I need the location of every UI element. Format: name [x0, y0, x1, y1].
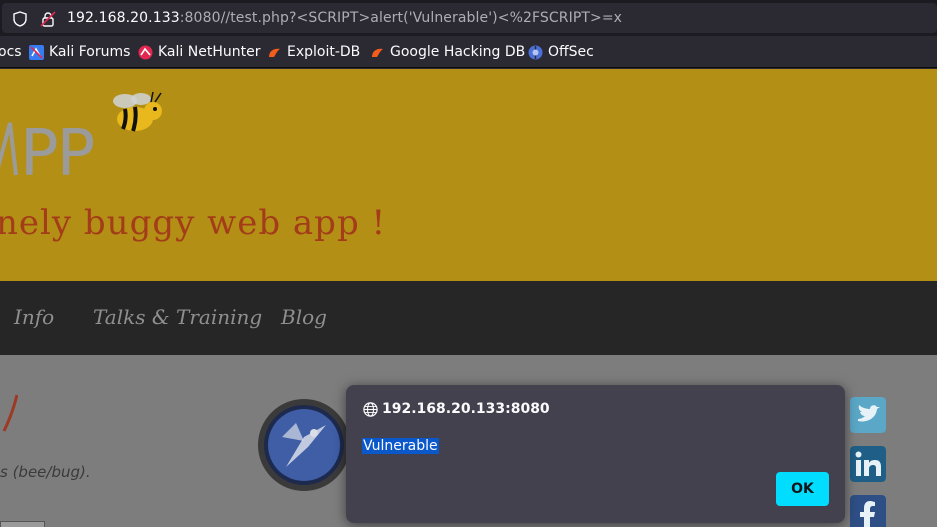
- bee-icon: [113, 91, 162, 132]
- twitter-icon[interactable]: [850, 397, 886, 433]
- site-nav: Info Talks & Training Blog: [0, 281, 937, 355]
- nav-info[interactable]: Info: [14, 305, 54, 329]
- site-tagline: nely buggy web app !: [0, 203, 387, 243]
- exploit-db-icon: [269, 48, 280, 57]
- site-logo-text: PP: [20, 117, 95, 191]
- content-box-fragment: [0, 521, 45, 527]
- url-host: 192.168.20.133: [67, 10, 180, 26]
- linkedin-icon[interactable]: [850, 446, 886, 482]
- bookmark-offsec[interactable]: OffSec: [548, 44, 594, 60]
- bookmark-kali-forums[interactable]: Kali Forums: [49, 44, 130, 60]
- bookmark-docs[interactable]: ocs: [0, 44, 22, 60]
- bee-bug-text: s (bee/bug).: [0, 463, 91, 481]
- url-bar: 192.168.20.133:8080//test.php?<SCRIPT>al…: [0, 0, 937, 36]
- kali-nethunter-icon: [138, 45, 153, 60]
- owasp-logo-icon[interactable]: [256, 397, 352, 493]
- kali-forums-icon: [29, 45, 44, 60]
- facebook-icon[interactable]: [850, 495, 886, 527]
- dialog-message[interactable]: Vulnerable: [362, 438, 439, 454]
- offsec-icon: [528, 45, 543, 60]
- url-text[interactable]: 192.168.20.133:8080//test.php?<SCRIPT>al…: [67, 10, 622, 26]
- bookmark-exploit-db[interactable]: Exploit-DB: [287, 44, 360, 60]
- nav-blog[interactable]: Blog: [281, 305, 327, 329]
- alert-dialog: 192.168.20.133:8080 Vulnerable OK: [346, 385, 845, 523]
- google-hacking-db-icon: [372, 48, 383, 57]
- url-path: :8080//test.php?<SCRIPT>alert('Vulnerabl…: [179, 10, 623, 26]
- dialog-origin: 192.168.20.133:8080: [382, 401, 550, 417]
- logo-letter-fragment: [0, 122, 18, 176]
- site-header: PP nely buggy web app !: [0, 69, 937, 281]
- globe-icon: [363, 402, 378, 417]
- address-field[interactable]: 192.168.20.133:8080//test.php?<SCRIPT>al…: [2, 3, 937, 33]
- insecure-lock-icon[interactable]: [40, 11, 56, 27]
- bookmark-kali-nethunter[interactable]: Kali NetHunter: [158, 44, 260, 60]
- nav-talks-training[interactable]: Talks & Training: [93, 305, 262, 329]
- red-check-mark-fragment: [2, 394, 18, 432]
- bookmark-google-hacking-db[interactable]: Google Hacking DB: [390, 44, 525, 60]
- shield-icon[interactable]: [13, 11, 27, 27]
- bookmarks-toolbar: ocs Kali Forums Kali NetHunter Exploit-D…: [0, 36, 937, 68]
- ok-button[interactable]: OK: [776, 472, 829, 506]
